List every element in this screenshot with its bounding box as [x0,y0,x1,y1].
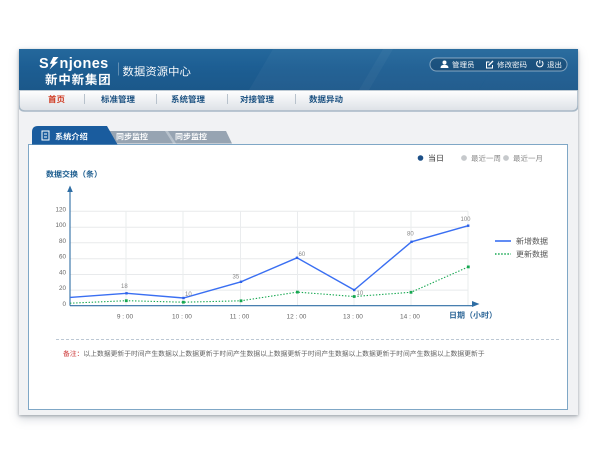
svg-text:S: S [39,56,49,72]
svg-text:njones: njones [60,56,109,72]
svg-text:100: 100 [461,217,472,223]
svg-text:0: 0 [62,301,66,308]
svg-text:10: 10 [357,291,364,297]
svg-text:12 : 00: 12 : 00 [287,314,307,321]
svg-text:20: 20 [59,285,67,292]
svg-text:10 : 00: 10 : 00 [172,314,192,321]
svg-text:80: 80 [407,232,414,238]
svg-text:14 : 00: 14 : 00 [400,314,420,321]
svg-text:100: 100 [55,222,66,229]
svg-text:9 : 00: 9 : 00 [117,314,134,321]
svg-text:40: 40 [59,270,67,277]
svg-text:11 : 00: 11 : 00 [230,314,250,321]
svg-text:120: 120 [55,206,66,213]
svg-text:80: 80 [59,238,67,245]
svg-text:60: 60 [299,252,306,258]
svg-text:10: 10 [185,292,192,298]
svg-text:60: 60 [59,254,67,261]
svg-text:13 : 00: 13 : 00 [343,314,363,321]
svg-text:18: 18 [121,284,128,290]
svg-text:35: 35 [233,275,240,281]
